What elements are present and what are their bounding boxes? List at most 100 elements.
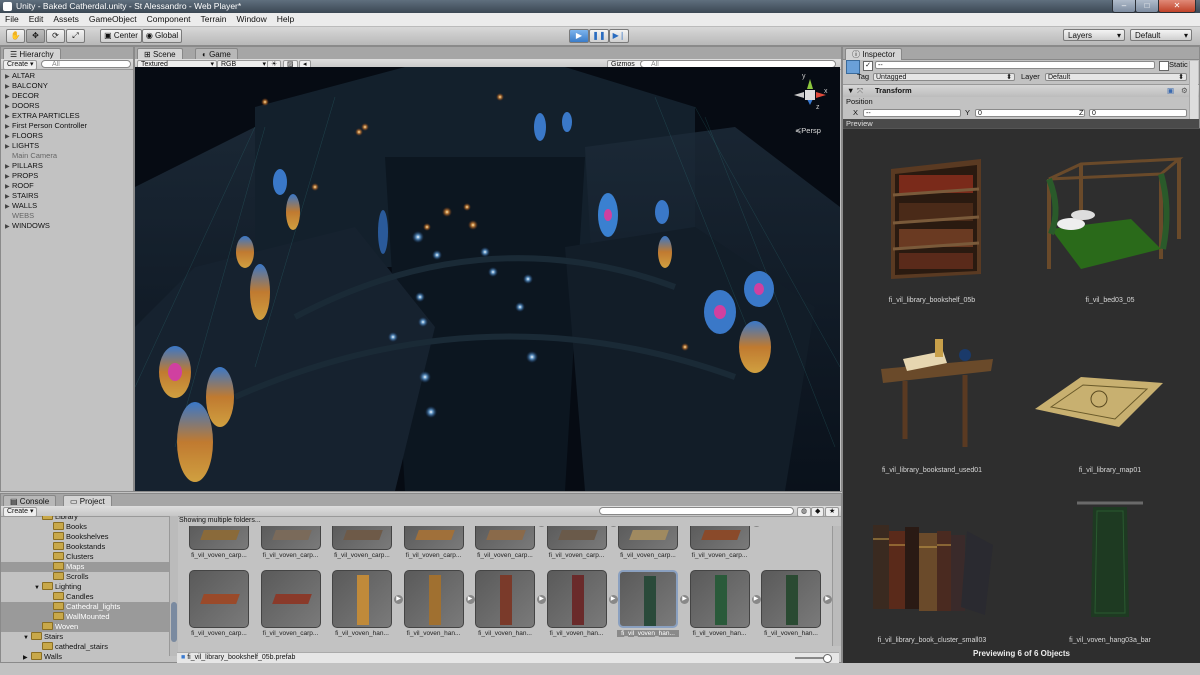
position-z-field[interactable]: 0 — [1089, 109, 1187, 117]
persp-label[interactable]: ≼Persp — [795, 126, 821, 135]
hierarchy-item[interactable]: ▶ DECOR — [5, 91, 39, 101]
asset-label[interactable]: fi_vil_voven_carp... — [260, 552, 322, 559]
asset-thumbnail[interactable] — [260, 526, 321, 550]
menu-gameobject[interactable]: GameObject — [84, 13, 142, 26]
project-folder-item[interactable]: Candles — [1, 592, 169, 602]
project-search-input[interactable] — [599, 507, 794, 515]
expand-prefab-icon[interactable]: ▶ — [680, 595, 689, 604]
menu-help[interactable]: Help — [272, 13, 299, 26]
tag-dropdown[interactable]: Untagged ⬍ — [873, 73, 1015, 81]
project-folder-item[interactable]: Bookstands — [1, 542, 169, 552]
pivot-toggle[interactable]: ▣ Center — [100, 29, 142, 43]
expand-prefab-icon[interactable]: ▶ — [823, 595, 832, 604]
asset-label[interactable]: fi_vil_voven_han... — [331, 630, 393, 637]
asset-thumbnail[interactable] — [332, 526, 392, 550]
project-folder-item[interactable]: Woven — [1, 622, 169, 632]
menu-edit[interactable]: Edit — [24, 13, 49, 26]
project-folder-item[interactable]: ▶ Walls — [1, 652, 169, 662]
rotate-tool-button[interactable]: ⟳ — [46, 29, 65, 43]
hierarchy-item[interactable]: ▶ LIGHTS — [5, 141, 39, 151]
asset-thumbnail[interactable] — [189, 526, 249, 550]
asset-label[interactable]: fi_vil_voven_han... — [403, 630, 465, 637]
project-folder-item[interactable]: Clusters — [1, 552, 169, 562]
expand-prefab-icon[interactable]: ▶ — [465, 595, 475, 604]
project-folder-item[interactable]: Books — [1, 522, 169, 532]
hierarchy-item[interactable]: ▶ BALCONY — [5, 81, 48, 91]
expand-prefab-icon[interactable]: ▶ — [394, 595, 403, 604]
hierarchy-item[interactable]: ▶ DOORS — [5, 101, 40, 111]
project-folder-item[interactable]: ▼ Lighting — [1, 582, 169, 592]
tree-scrollbar[interactable] — [169, 516, 178, 656]
position-y-field[interactable]: 0 — [975, 109, 1085, 117]
scale-tool-button[interactable]: ⤢ — [66, 29, 85, 43]
pause-button[interactable]: ❚❚ — [589, 29, 609, 43]
hierarchy-item[interactable]: ▶ PILLARS — [5, 161, 43, 171]
expand-prefab-icon[interactable]: ▶ — [608, 526, 618, 527]
project-folder-item[interactable]: Bookshelves — [1, 532, 169, 542]
asset-thumbnail[interactable] — [618, 526, 678, 550]
asset-thumbnail[interactable] — [332, 570, 392, 628]
menu-component[interactable]: Component — [142, 13, 196, 26]
asset-label[interactable]: fi_vil_voven_carp... — [260, 630, 322, 637]
move-tool-button[interactable]: ✥ — [26, 29, 45, 43]
project-folder-item[interactable]: Scrolls — [1, 572, 169, 582]
hierarchy-item[interactable]: Main Camera — [5, 151, 57, 161]
foldout-arrow-icon[interactable]: ▶ — [23, 653, 31, 662]
project-folder-item[interactable]: cathedral_stairs — [1, 642, 169, 652]
expand-prefab-icon[interactable]: ▶ — [751, 595, 761, 604]
hierarchy-item[interactable]: ▶ ROOF — [5, 181, 34, 191]
layout-dropdown[interactable]: Default ▾ — [1130, 29, 1192, 41]
asset-thumbnail[interactable] — [475, 526, 535, 550]
close-button[interactable]: ✕ — [1158, 0, 1196, 13]
expand-prefab-icon[interactable]: ▶ — [608, 595, 618, 604]
hierarchy-create-button[interactable]: Create ▾ — [3, 60, 38, 70]
hierarchy-item[interactable]: ▶ STAIRS — [5, 191, 39, 201]
asset-grid-scrollbar[interactable] — [832, 526, 841, 646]
asset-thumbnail[interactable] — [546, 570, 607, 628]
asset-label[interactable]: fi_vil_voven_carp... — [188, 552, 250, 559]
hierarchy-search-input[interactable]: All — [41, 60, 131, 68]
asset-label[interactable]: fi_vil_voven_carp... — [474, 552, 536, 559]
asset-thumbnail[interactable] — [761, 570, 821, 628]
asset-thumbnail[interactable] — [618, 570, 678, 628]
asset-label[interactable]: fi_vil_voven_carp... — [403, 552, 465, 559]
layer-dropdown[interactable]: Default ⬍ — [1045, 73, 1187, 81]
space-toggle[interactable]: ◉ Global — [142, 29, 182, 43]
thumbnail-size-slider[interactable] — [795, 654, 832, 663]
scene-viewport[interactable]: y x z ≼Persp — [135, 67, 840, 491]
asset-thumbnail[interactable] — [475, 570, 535, 628]
hierarchy-item[interactable]: ▶ WALLS — [5, 201, 37, 211]
asset-label[interactable]: fi_vil_voven_carp... — [617, 552, 679, 559]
project-folder-item[interactable]: ▼ Stairs — [1, 632, 169, 642]
project-folder-item[interactable]: Cathedral_lights — [1, 602, 169, 612]
step-button[interactable]: ▶❘ — [609, 29, 629, 43]
menu-assets[interactable]: Assets — [48, 13, 84, 26]
preview-area[interactable]: fi_vil_library_bookshelf_05b fi_vil_bed0… — [843, 128, 1200, 663]
asset-label[interactable]: fi_vil_voven_carp... — [331, 552, 393, 559]
asset-label[interactable]: fi_vil_voven_han... — [617, 630, 679, 637]
hand-tool-button[interactable]: ✋ — [6, 29, 25, 43]
active-checkbox[interactable]: ✓ — [863, 61, 873, 71]
menu-terrain[interactable]: Terrain — [196, 13, 232, 26]
menu-window[interactable]: Window — [232, 13, 272, 26]
hierarchy-item[interactable]: ▶ FLOORS — [5, 131, 43, 141]
expand-arrow-icon[interactable]: ▶ — [5, 222, 12, 232]
play-button[interactable]: ▶ — [569, 29, 589, 43]
filter-type-button[interactable]: ◍ — [797, 507, 812, 517]
asset-thumbnail[interactable] — [689, 526, 750, 550]
asset-label[interactable]: fi_vil_voven_carp... — [546, 552, 608, 559]
asset-label[interactable]: fi_vil_voven_han... — [689, 630, 751, 637]
hierarchy-item[interactable]: WEBS — [5, 211, 34, 221]
maximize-button[interactable]: □ — [1135, 0, 1159, 13]
object-name-field[interactable]: -- — [875, 61, 1155, 69]
asset-label[interactable]: fi_vil_voven_han... — [760, 630, 822, 637]
slider-handle[interactable] — [823, 654, 832, 663]
position-x-field[interactable]: -- — [863, 109, 961, 117]
expand-prefab-icon[interactable]: ▶ — [751, 526, 761, 527]
static-checkbox[interactable] — [1159, 61, 1169, 71]
scene-gizmo[interactable]: y x z — [790, 73, 830, 115]
favorite-button[interactable]: ★ — [825, 507, 840, 517]
asset-thumbnail[interactable] — [403, 526, 464, 550]
hierarchy-item[interactable]: ▶ PROPS — [5, 171, 38, 181]
filter-label-button[interactable]: ◆ — [811, 507, 825, 517]
